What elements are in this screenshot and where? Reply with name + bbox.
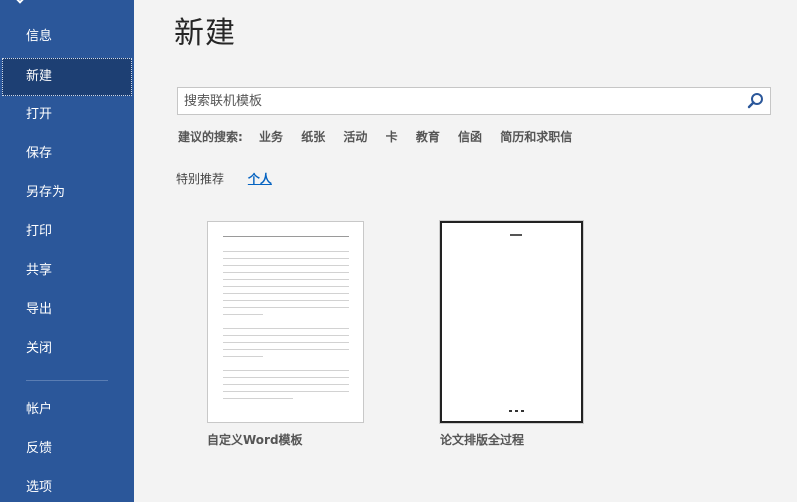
sidebar-item-feedback[interactable]: 反馈	[0, 430, 134, 468]
sidebar-item-new[interactable]: 新建	[2, 58, 132, 96]
template-search-box	[177, 87, 771, 115]
template-tabs: 特别推荐 个人	[176, 170, 292, 188]
backstage-sidebar: 信息 新建 打开 保存 另存为 打印 共享 导出 关闭 帐户 反馈 选项	[0, 0, 134, 502]
sidebar-item-account[interactable]: 帐户	[0, 391, 134, 429]
suggested-search-business[interactable]: 业务	[259, 128, 283, 145]
suggested-search-paper[interactable]: 纸张	[301, 128, 325, 145]
template-thumbnail[interactable]	[207, 221, 364, 423]
search-icon[interactable]	[746, 91, 766, 111]
sidebar-item-open[interactable]: 打开	[0, 96, 134, 134]
page-title: 新建	[174, 16, 236, 51]
template-search-input[interactable]	[178, 88, 738, 114]
template-thumbnail[interactable]	[439, 220, 584, 424]
suggested-search-education[interactable]: 教育	[416, 128, 440, 145]
sidebar-item-options[interactable]: 选项	[0, 469, 134, 502]
sidebar-item-export[interactable]: 导出	[0, 291, 134, 329]
suggested-search-event[interactable]: 活动	[343, 128, 367, 145]
suggested-searches-label: 建议的搜索:	[178, 130, 243, 144]
sidebar-item-print[interactable]: 打印	[0, 213, 134, 251]
sidebar-item-share[interactable]: 共享	[0, 252, 134, 290]
sidebar-item-save[interactable]: 保存	[0, 135, 134, 173]
suggested-search-letter[interactable]: 信函	[458, 128, 482, 145]
suggested-search-card[interactable]: 卡	[386, 128, 398, 145]
tab-featured[interactable]: 特别推荐	[176, 170, 224, 187]
tab-personal[interactable]: 个人	[248, 170, 272, 187]
template-name[interactable]: 论文排版全过程	[440, 431, 524, 448]
sidebar-item-close[interactable]: 关闭	[0, 330, 134, 368]
back-arrow-icon[interactable]	[14, 0, 26, 4]
sidebar-item-save-as[interactable]: 另存为	[0, 174, 134, 212]
suggested-searches: 建议的搜索: 业务 纸张 活动 卡 教育 信函 简历和求职信	[178, 128, 586, 146]
suggested-search-resume[interactable]: 简历和求职信	[500, 128, 572, 145]
template-name[interactable]: 自定义Word模板	[207, 431, 303, 448]
sidebar-divider	[26, 380, 108, 381]
sidebar-item-info[interactable]: 信息	[0, 18, 134, 56]
